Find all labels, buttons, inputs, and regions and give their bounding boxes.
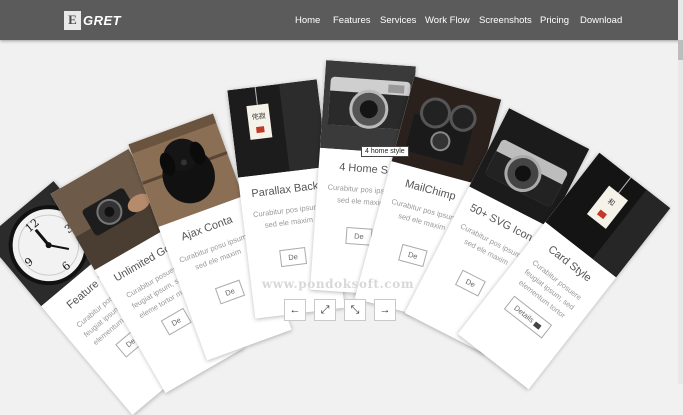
nav-pricing[interactable]: Pricing (540, 0, 569, 40)
nav-work-flow[interactable]: Work Flow (425, 0, 470, 40)
nav-home[interactable]: Home (295, 0, 320, 40)
next-icon: → (379, 304, 391, 316)
brand-text: GRET (83, 12, 122, 28)
collapse-button[interactable]: ⤡ (344, 299, 366, 321)
watermark: www.pondoksoft.com (261, 277, 415, 291)
nav-features[interactable]: Features (333, 0, 371, 40)
brand-logo[interactable]: E GRET (64, 10, 121, 30)
prev-button[interactable]: ← (284, 299, 306, 321)
card-details-button[interactable]: De (398, 243, 428, 268)
page-scrollbar[interactable] (678, 0, 683, 384)
card-details-label: De (464, 276, 477, 290)
collapse-icon: ⤡ (350, 303, 360, 316)
card-details-label: Details (512, 303, 536, 325)
card-details-button[interactable]: De (279, 247, 307, 268)
next-button[interactable]: → (374, 299, 396, 321)
nav-download[interactable]: Download (580, 0, 622, 40)
navbar: E GRET Home Features Services Work Flow … (0, 0, 683, 40)
scrollbar-thumb[interactable] (678, 40, 683, 60)
card-image-hanging-tag: 侘寂 (227, 79, 328, 178)
nav-services[interactable]: Services (380, 0, 416, 40)
card-details-label: De (407, 249, 419, 262)
card-details-button[interactable]: De (345, 226, 373, 246)
card-details-label: De (223, 286, 237, 298)
details-arrow-icon (533, 321, 543, 330)
card-details-label: De (169, 315, 183, 328)
expand-icon: ⤢ (320, 303, 330, 316)
brand-mark: E (64, 10, 81, 30)
feature-card-fan: 12 3 6 9 Feature H Curabitur posuere feu… (0, 0, 683, 415)
card-details-label: De (353, 231, 365, 242)
fan-controls: ← ⤢ ⤡ → (284, 299, 396, 321)
card-tooltip: 4 home style (361, 146, 409, 157)
card-details-button[interactable]: De (455, 269, 486, 297)
expand-button[interactable]: ⤢ (314, 299, 336, 321)
card-details-button[interactable]: De (215, 279, 245, 305)
nav-screenshots[interactable]: Screenshots (479, 0, 532, 40)
prev-icon: ← (289, 304, 301, 316)
card-details-button[interactable]: De (160, 307, 192, 336)
card-details-label: De (287, 252, 299, 263)
